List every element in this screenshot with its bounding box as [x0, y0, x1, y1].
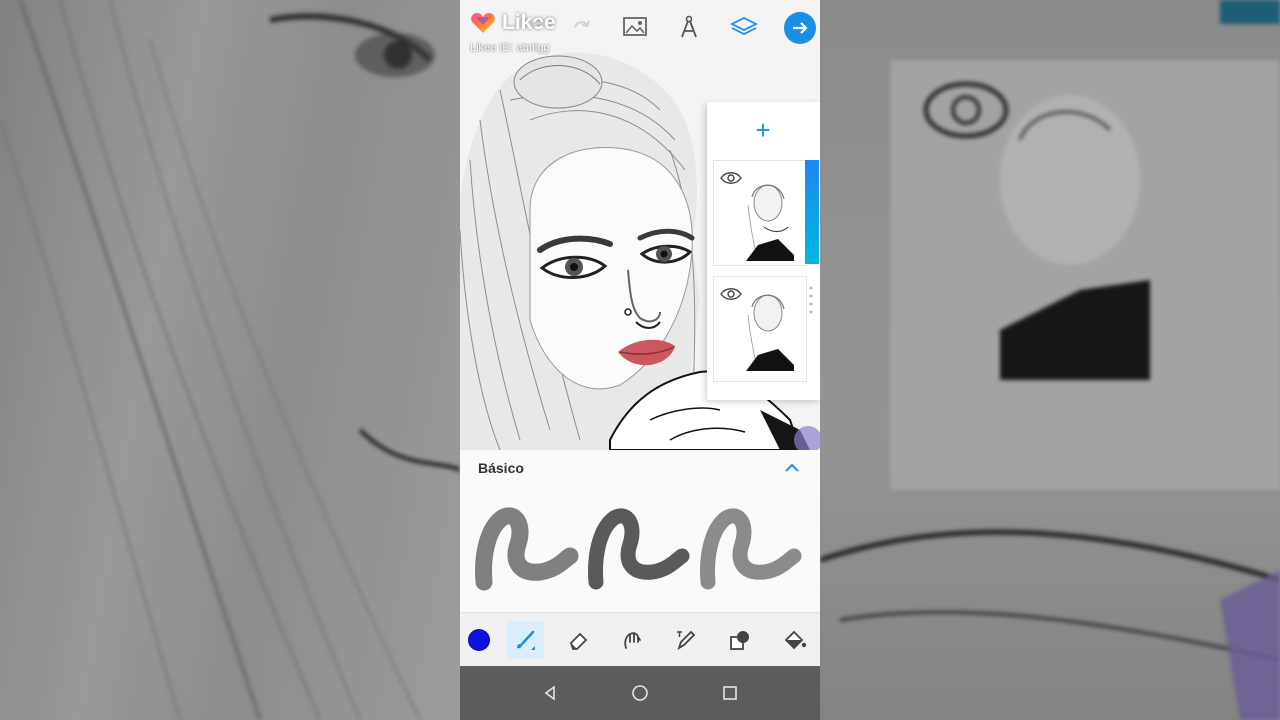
copy-layer-icon [730, 631, 749, 650]
layer-copy-tool[interactable] [721, 621, 759, 659]
back-button[interactable] [538, 681, 562, 705]
recents-button[interactable] [718, 681, 742, 705]
add-image-button[interactable] [618, 10, 652, 44]
current-color-swatch [469, 630, 489, 650]
chevron-up-icon[interactable] [782, 458, 802, 478]
layers-icon [730, 16, 758, 36]
add-layer-button[interactable]: + [751, 117, 775, 143]
paint-bucket-icon [784, 630, 807, 650]
brush-preset-2[interactable] [584, 500, 692, 600]
pen-icon [677, 630, 696, 651]
layers-button[interactable] [727, 10, 761, 44]
next-button[interactable] [784, 12, 816, 44]
color-picker[interactable] [460, 621, 498, 659]
redo-button[interactable] [564, 10, 598, 44]
top-toolbar: Likee Likee ID: abrilgg [460, 0, 820, 56]
next-icon [793, 22, 808, 34]
layers-panel: + [707, 102, 820, 400]
redo-icon [574, 20, 590, 28]
brush-icon [517, 630, 535, 650]
smudge-icon [624, 632, 641, 649]
brush-tool[interactable] [506, 621, 544, 659]
home-icon [632, 685, 648, 701]
image-icon [623, 17, 647, 36]
home-button[interactable] [628, 681, 652, 705]
layer-thumbnail-2[interactable] [713, 276, 807, 382]
recents-icon [723, 686, 737, 700]
tools-bar [460, 612, 820, 667]
drag-handle-icon[interactable] [807, 282, 815, 322]
ruler-button[interactable] [672, 10, 706, 44]
eraser-icon [569, 632, 588, 650]
ruler-icon [681, 15, 697, 38]
background-right [820, 0, 1280, 720]
undo-icon [530, 20, 546, 28]
smudge-tool[interactable] [613, 621, 651, 659]
brush-panel: Básico [460, 450, 820, 612]
android-navbar [460, 666, 820, 720]
fill-tool[interactable] [776, 621, 814, 659]
back-icon [544, 685, 555, 701]
eraser-tool[interactable] [560, 621, 598, 659]
phone-screen: Likee Likee ID: abrilgg + Básico [460, 0, 820, 720]
background-left [0, 0, 460, 720]
pen-tool[interactable] [667, 621, 705, 659]
brush-category-title: Básico [478, 460, 524, 476]
brush-preset-1[interactable] [472, 500, 580, 600]
brush-preset-3[interactable] [696, 500, 804, 600]
active-layer-indicator [805, 160, 819, 264]
likee-logo-icon [471, 13, 495, 33]
undo-button[interactable] [522, 10, 556, 44]
layer-thumbnail-1[interactable] [713, 160, 807, 266]
